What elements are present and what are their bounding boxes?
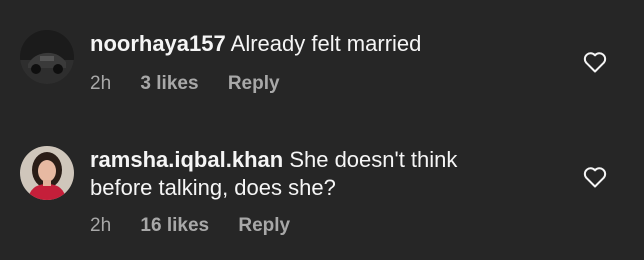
avatar[interactable] [20,30,74,84]
woman-portrait-avatar-image [20,146,74,200]
timestamp: 2h [90,215,112,236]
comment-body: Already felt married [230,31,422,56]
avatar[interactable] [20,146,74,200]
comment-meta: 2h 3 likes Reply [90,72,304,96]
reply-button[interactable]: Reply [238,215,290,236]
comment-body-line1: She doesn't think [289,147,458,172]
reply-button[interactable]: Reply [228,73,280,94]
username-link[interactable]: ramsha.iqbal.khan [90,147,283,172]
comment-text: ramsha.iqbal.khan She doesn't think befo… [90,146,570,202]
timestamp: 2h [90,73,112,94]
heart-outline-icon[interactable] [583,166,607,188]
username-link[interactable]: noorhaya157 [90,31,226,56]
likes-count[interactable]: 3 likes [140,73,198,94]
dark-car-avatar-image [20,30,74,84]
comment-meta: 2h 16 likes Reply [90,214,314,238]
comment-text: noorhaya157 Already felt married [90,30,570,58]
comment-body-line2: before talking, does she? [90,175,336,200]
likes-count[interactable]: 16 likes [140,215,209,236]
heart-outline-icon[interactable] [583,51,607,73]
